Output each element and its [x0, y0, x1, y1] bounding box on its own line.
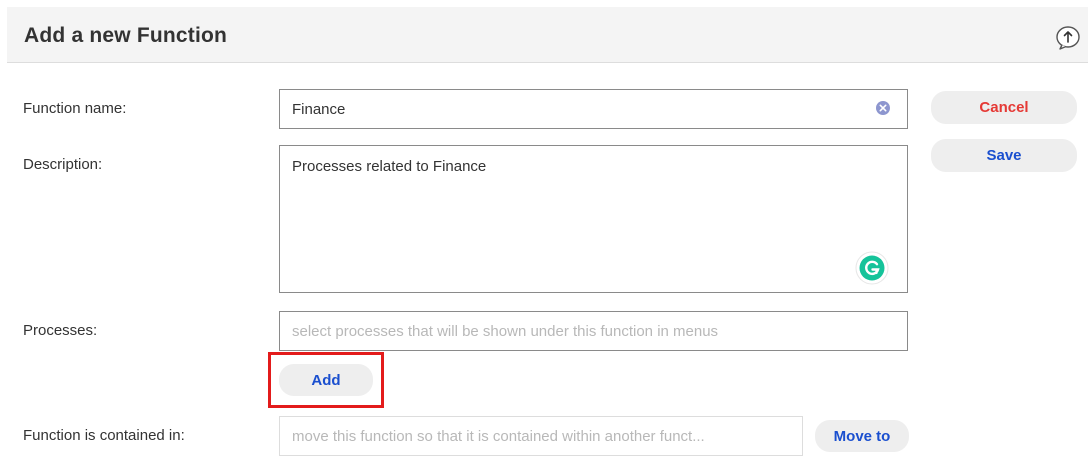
contained-in-placeholder: move this function so that it is contain… [292, 428, 705, 445]
contained-in-field[interactable]: move this function so that it is contain… [279, 416, 803, 456]
arrow-up-circle-icon[interactable] [1055, 25, 1081, 51]
panel-header: Add a new Function [7, 7, 1088, 63]
description-value: Processes related to Finance [292, 158, 487, 175]
description-textarea[interactable]: Processes related to Finance [279, 145, 908, 293]
processes-input[interactable]: select processes that will be shown unde… [279, 311, 908, 351]
page-title: Add a new Function [24, 24, 228, 47]
clear-x-icon[interactable] [875, 100, 891, 116]
function-name-label: Function name: [23, 100, 127, 117]
contained-in-label: Function is contained in: [23, 427, 185, 444]
cancel-button[interactable]: Cancel [931, 91, 1077, 124]
save-button[interactable]: Save [931, 139, 1077, 172]
processes-label: Processes: [23, 322, 98, 339]
function-name-value: Finance [292, 101, 346, 118]
processes-placeholder: select processes that will be shown unde… [292, 323, 719, 340]
function-name-field[interactable]: Finance [279, 89, 908, 129]
highlight-box [268, 352, 384, 408]
move-to-button[interactable]: Move to [815, 420, 909, 452]
grammarly-icon[interactable] [855, 251, 889, 285]
description-label: Description: [23, 156, 103, 173]
